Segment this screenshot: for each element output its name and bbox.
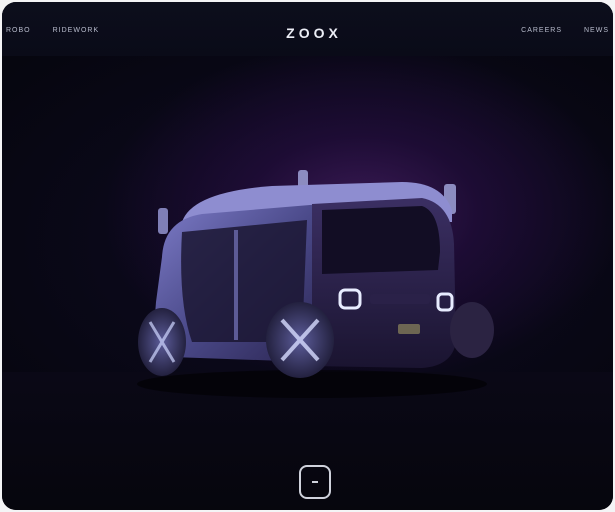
wheel-front-right [450,302,494,358]
nav-item-ridework[interactable]: RIDEWORK [53,27,100,34]
nav-item-careers[interactable]: CAREERS [521,27,562,34]
nav-item-robo[interactable]: ROBO [6,27,31,34]
nav-item-news[interactable]: NEWS [584,27,609,34]
scroll-down-icon [312,481,318,483]
license-plate [398,324,420,334]
front-light-bar [370,294,430,304]
vehicle-windshield [322,206,440,274]
page-frame: ROBO RIDEWORK ZOOX CAREERS NEWS [2,2,613,510]
sensor-pod-rear [158,208,168,234]
vehicle-door-pillar [234,230,238,340]
nav-right-group: CAREERS NEWS [521,27,609,34]
nav-left-group: ROBO RIDEWORK [6,27,99,34]
zoox-logo[interactable]: ZOOX [278,25,350,41]
robotaxi-hero-image [137,170,494,398]
scroll-down-button[interactable] [299,465,331,499]
top-navigation-bar: ROBO RIDEWORK ZOOX CAREERS NEWS [2,2,613,56]
